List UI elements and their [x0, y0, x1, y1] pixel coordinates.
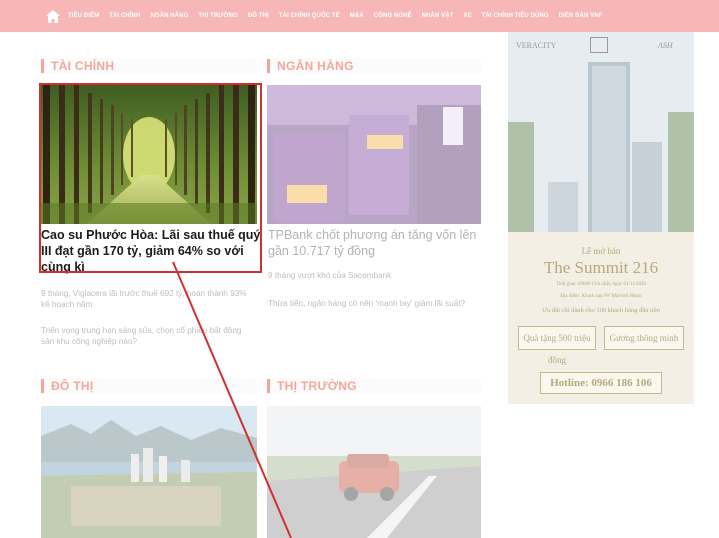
pointer-arrow-line [172, 261, 292, 538]
